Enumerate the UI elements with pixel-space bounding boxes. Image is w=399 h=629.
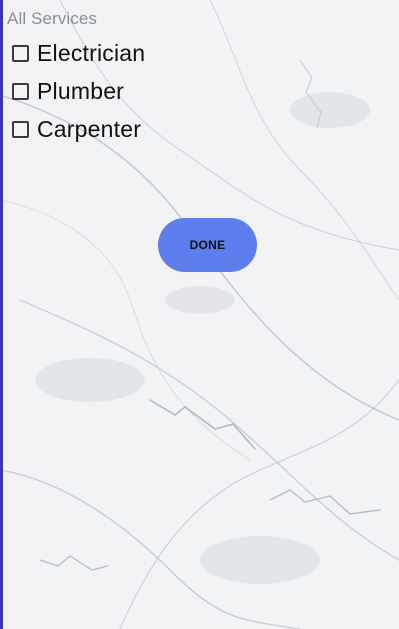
done-button[interactable]: DONE <box>158 218 257 272</box>
service-label: Plumber <box>37 77 125 104</box>
checkbox[interactable] <box>12 120 29 138</box>
service-label: Electrician <box>37 39 146 66</box>
service-option-electrician[interactable]: Electrician <box>12 38 145 68</box>
services-screen: All Services Electrician Plumber Carpent… <box>0 0 399 629</box>
checkbox[interactable] <box>12 44 29 62</box>
checkbox[interactable] <box>12 82 29 100</box>
left-edge-bar <box>0 0 3 629</box>
section-title: All Services <box>7 9 98 28</box>
service-label: Carpenter <box>37 115 142 142</box>
service-option-plumber[interactable]: Plumber <box>12 76 124 106</box>
service-option-carpenter[interactable]: Carpenter <box>12 114 141 144</box>
